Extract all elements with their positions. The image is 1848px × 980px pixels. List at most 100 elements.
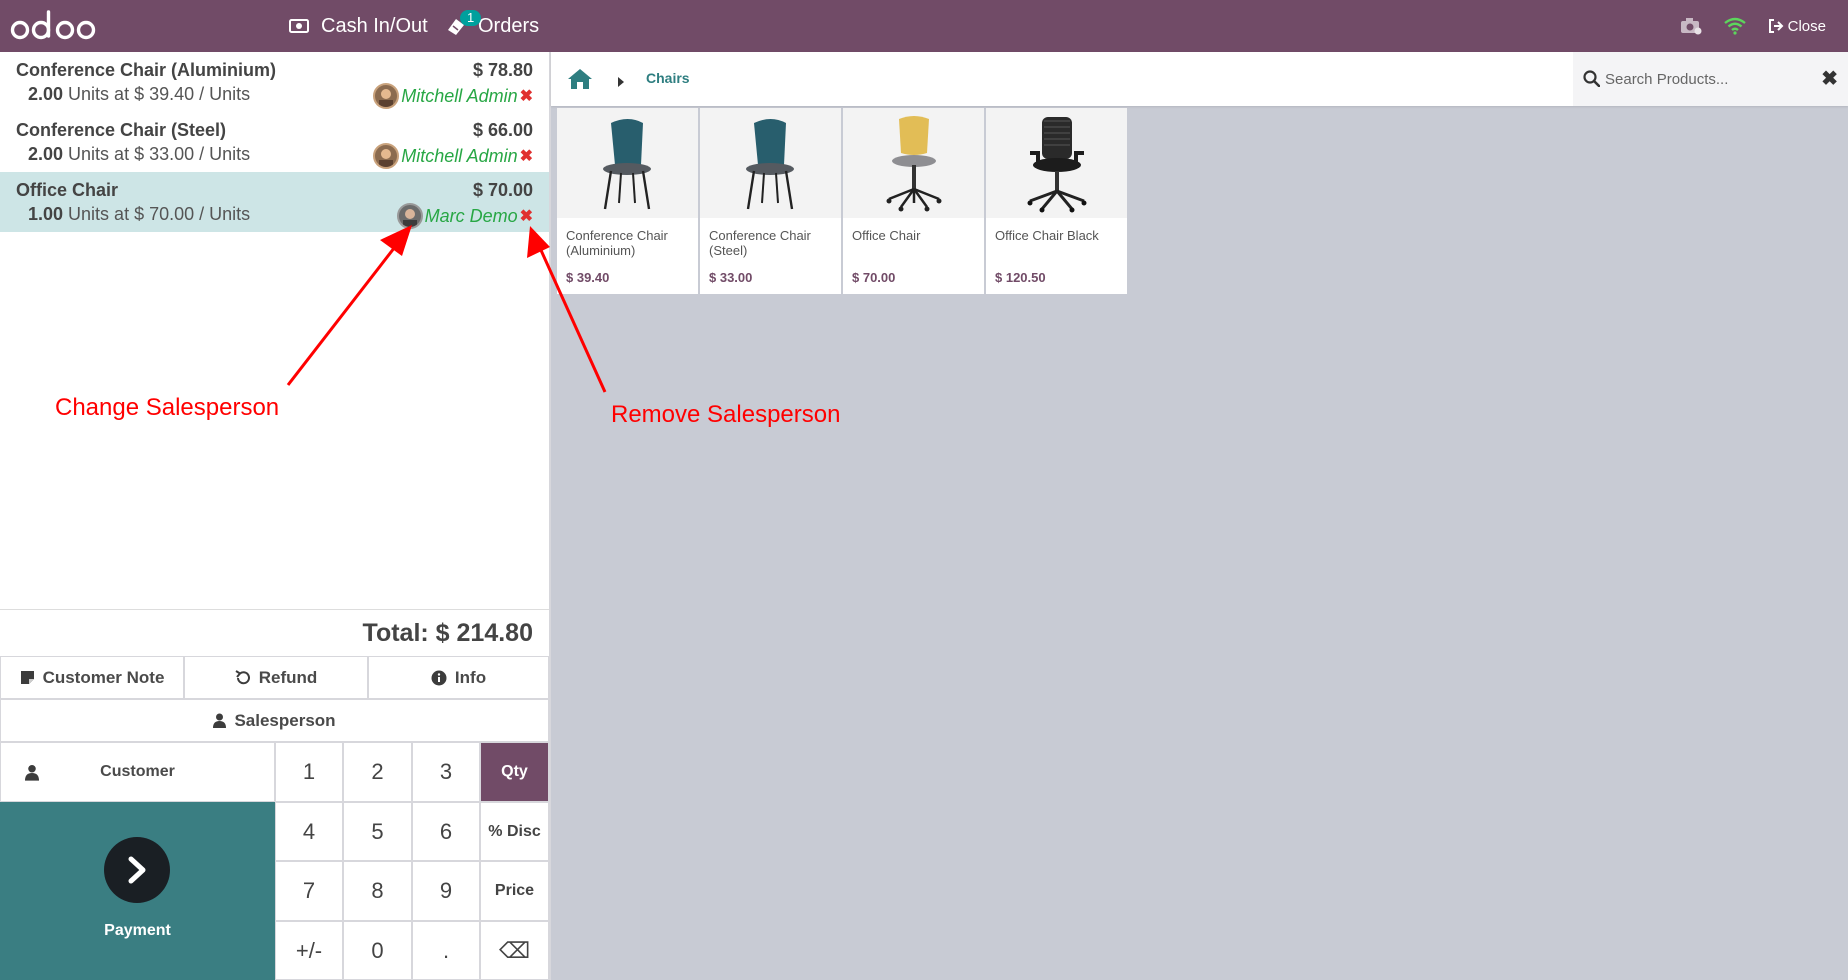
order-line-salesperson: Marc Demo ✖ <box>396 203 533 229</box>
product-name: Office Chair <box>852 228 921 243</box>
avatar[interactable] <box>396 203 423 229</box>
numpad-key-8[interactable]: 8 <box>343 861 412 921</box>
orders-count-badge: 1 <box>460 10 482 26</box>
clear-search-icon[interactable]: ✖ <box>1821 66 1838 91</box>
user-icon <box>25 764 39 786</box>
breadcrumb-category[interactable]: Chairs <box>646 70 690 86</box>
order-line-qty-info: 1.00 Units at $ 70.00 / Units <box>28 204 250 225</box>
orders-button[interactable]: 1 Orders <box>446 0 539 52</box>
numpad: 1 2 3 Qty 4 5 6 % Disc 7 8 9 Price +/- 0… <box>275 742 549 980</box>
info-label: Info <box>454 667 487 687</box>
control-buttons-row: Customer Note Refund Info <box>0 656 549 699</box>
info-button[interactable]: Info <box>368 656 549 699</box>
price-mode-button[interactable]: Price <box>480 861 549 921</box>
search-box: ✖ <box>1573 52 1848 106</box>
numpad-key-1[interactable]: 1 <box>275 742 343 802</box>
numpad-key-7[interactable]: 7 <box>275 861 343 921</box>
order-total: Total: $ 214.80 <box>0 609 549 656</box>
teal-chair-image <box>557 108 698 218</box>
order-line-qty: 2.00 <box>28 144 64 164</box>
product-price: $ 120.50 <box>995 270 1046 285</box>
order-lines: Conference Chair (Aluminium) $ 78.80 2.0… <box>0 52 549 232</box>
product-card[interactable]: Conference Chair (Steel) $ 33.00 <box>700 108 841 294</box>
product-name: Office Chair Black <box>995 228 1099 243</box>
refund-label: Refund <box>258 667 318 687</box>
qty-mode-button[interactable]: Qty <box>480 742 549 802</box>
remove-salesperson-icon[interactable]: ✖ <box>520 146 533 166</box>
chevron-right-icon <box>104 837 170 903</box>
salesperson-name[interactable]: Marc Demo <box>425 206 518 227</box>
product-name: Conference Chair (Steel) <box>709 228 811 258</box>
caret-right-icon <box>618 74 624 92</box>
order-line-qty: 1.00 <box>28 204 64 224</box>
salesperson-name[interactable]: Mitchell Admin <box>401 146 517 167</box>
order-line[interactable]: Conference Chair (Aluminium) $ 78.80 2.0… <box>0 52 549 112</box>
product-card[interactable]: Office Chair Black $ 120.50 <box>986 108 1127 294</box>
numpad-key-0[interactable]: 0 <box>343 921 412 980</box>
order-line-price: $ 78.80 <box>472 60 533 80</box>
salesperson-name[interactable]: Mitchell Admin <box>401 86 517 107</box>
odoo-logo <box>10 10 96 40</box>
user-icon <box>213 713 227 728</box>
black-office-chair-image <box>986 108 1127 218</box>
order-line-salesperson: Mitchell Admin ✖ <box>373 83 533 109</box>
annotation-change-salesperson: Change Salesperson <box>55 394 280 421</box>
sign-out-icon <box>1768 18 1784 34</box>
payment-button[interactable]: Payment <box>0 802 275 980</box>
discount-mode-button[interactable]: % Disc <box>480 802 549 861</box>
product-price: $ 39.40 <box>566 270 610 285</box>
customer-button[interactable]: Customer <box>0 742 275 802</box>
order-line-salesperson: Mitchell Admin ✖ <box>373 143 533 169</box>
search-input[interactable] <box>1605 66 1805 92</box>
camera-icon[interactable] <box>1680 17 1702 35</box>
order-line[interactable]: Conference Chair (Steel) $ 66.00 2.00 Un… <box>0 112 549 172</box>
numpad-key-2[interactable]: 2 <box>343 742 412 802</box>
numpad-key-5[interactable]: 5 <box>343 802 412 861</box>
cash-in-out-button[interactable]: Cash In/Out <box>289 0 428 52</box>
order-line-qty-info: 2.00 Units at $ 39.40 / Units <box>28 84 250 105</box>
cash-in-out-label: Cash In/Out <box>321 14 428 37</box>
customer-note-button[interactable]: Customer Note <box>0 656 184 699</box>
remove-salesperson-icon[interactable]: ✖ <box>520 206 533 226</box>
info-icon <box>431 670 447 686</box>
home-icon[interactable] <box>567 68 593 95</box>
order-line-unit-info: Units at $ 70.00 / Units <box>63 204 251 224</box>
customer-note-label: Customer Note <box>42 667 165 687</box>
product-price: $ 70.00 <box>852 270 896 285</box>
salesperson-label: Salesperson <box>234 710 336 730</box>
order-line-unit-info: Units at $ 33.00 / Units <box>63 144 251 164</box>
order-line-qty: 2.00 <box>28 84 64 104</box>
backspace-icon[interactable]: ⌫ <box>480 921 549 980</box>
salesperson-button[interactable]: Salesperson <box>0 699 549 742</box>
customer-label: Customer <box>100 763 175 780</box>
avatar[interactable] <box>373 143 400 169</box>
payment-label: Payment <box>104 922 171 939</box>
product-card[interactable]: Office Chair $ 70.00 <box>843 108 984 294</box>
numpad-key-9[interactable]: 9 <box>412 861 480 921</box>
plus-minus-button[interactable]: +/- <box>275 921 343 980</box>
order-line-product: Conference Chair (Aluminium) <box>16 60 277 80</box>
avatar[interactable] <box>373 83 400 109</box>
remove-salesperson-icon[interactable]: ✖ <box>520 86 533 106</box>
note-icon <box>20 670 35 685</box>
numpad-key-3[interactable]: 3 <box>412 742 480 802</box>
order-line-price: $ 66.00 <box>472 120 533 140</box>
numpad-key-4[interactable]: 4 <box>275 802 343 861</box>
teal-chair-image <box>700 108 841 218</box>
annotation-remove-salesperson: Remove Salesperson <box>611 401 841 428</box>
order-line-selected[interactable]: Office Chair $ 70.00 1.00 Units at $ 70.… <box>0 172 549 232</box>
product-name: Conference Chair (Aluminium) <box>566 228 668 258</box>
decimal-button[interactable]: . <box>412 921 480 980</box>
numpad-key-6[interactable]: 6 <box>412 802 480 861</box>
close-button[interactable]: Close <box>1768 18 1826 35</box>
orders-label: Orders <box>478 14 540 37</box>
money-icon <box>289 19 309 33</box>
order-line-qty-info: 2.00 Units at $ 33.00 / Units <box>28 144 250 165</box>
search-icon <box>1583 70 1601 92</box>
products-pane: Chairs ✖ Remove Salesperson Confer <box>551 52 1848 980</box>
product-card[interactable]: Conference Chair (Aluminium) $ 39.40 <box>557 108 698 294</box>
refund-button[interactable]: Refund <box>184 656 368 699</box>
order-line-product: Conference Chair (Steel) <box>16 120 227 140</box>
salesperson-row: Salesperson <box>0 699 549 742</box>
yellow-office-chair-image <box>843 108 984 218</box>
